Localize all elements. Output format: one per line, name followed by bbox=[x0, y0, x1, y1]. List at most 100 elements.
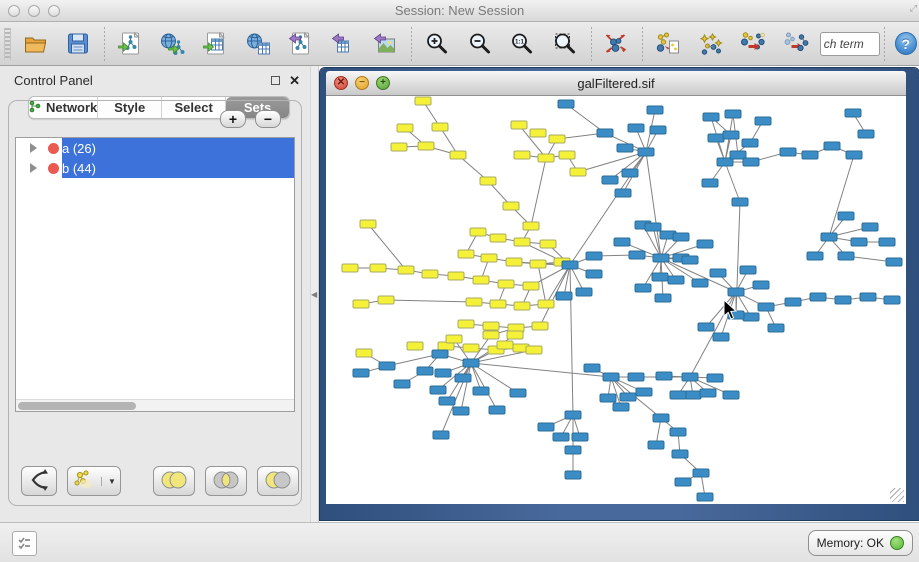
network-node[interactable] bbox=[648, 441, 664, 449]
network-node[interactable] bbox=[614, 238, 630, 246]
network-edge[interactable] bbox=[570, 265, 573, 415]
network-frame[interactable]: ✕ − + galFiltered.sif bbox=[320, 68, 919, 520]
task-history-button[interactable] bbox=[12, 531, 37, 556]
network-node[interactable] bbox=[473, 276, 489, 284]
set-move-icon[interactable] bbox=[775, 26, 818, 62]
network-node[interactable] bbox=[838, 212, 854, 220]
set-list-item[interactable]: b (44) bbox=[16, 158, 294, 178]
network-node[interactable] bbox=[432, 350, 448, 358]
network-node[interactable] bbox=[450, 151, 466, 159]
network-node[interactable] bbox=[732, 198, 748, 206]
network-node[interactable] bbox=[682, 373, 698, 381]
network-node[interactable] bbox=[682, 256, 698, 264]
network-node[interactable] bbox=[860, 293, 876, 301]
import-network-web-icon[interactable] bbox=[152, 26, 195, 62]
sets-horizontal-scrollbar[interactable] bbox=[16, 399, 294, 411]
network-node[interactable] bbox=[723, 131, 739, 139]
float-panel-icon[interactable] bbox=[271, 76, 280, 85]
network-node[interactable] bbox=[600, 394, 616, 402]
set-highlight-icon[interactable] bbox=[690, 26, 733, 62]
network-edge[interactable] bbox=[531, 158, 546, 226]
network-node[interactable] bbox=[884, 296, 900, 304]
network-node[interactable] bbox=[430, 386, 446, 394]
network-node[interactable] bbox=[466, 298, 482, 306]
network-node[interactable] bbox=[397, 124, 413, 132]
network-node[interactable] bbox=[692, 279, 708, 287]
network-node[interactable] bbox=[758, 303, 774, 311]
network-node[interactable] bbox=[728, 311, 744, 319]
expand-arrow-icon[interactable] bbox=[30, 163, 37, 173]
network-node[interactable] bbox=[710, 269, 726, 277]
network-node[interactable] bbox=[700, 389, 716, 397]
network-node[interactable] bbox=[523, 282, 539, 290]
network-node[interactable] bbox=[879, 238, 895, 246]
network-node[interactable] bbox=[489, 406, 505, 414]
network-node[interactable] bbox=[650, 126, 666, 134]
network-edge[interactable] bbox=[646, 152, 661, 258]
network-node[interactable] bbox=[378, 296, 394, 304]
close-panel-icon[interactable]: ✕ bbox=[289, 74, 300, 87]
set-difference-button[interactable] bbox=[257, 466, 299, 496]
export-network-icon[interactable] bbox=[279, 26, 322, 62]
create-network-from-set-button[interactable]: ▼ bbox=[67, 466, 121, 496]
frame-close-icon[interactable]: ✕ bbox=[334, 76, 348, 90]
set-union-button[interactable] bbox=[153, 466, 195, 496]
network-node[interactable] bbox=[807, 252, 823, 260]
network-node[interactable] bbox=[742, 139, 758, 147]
network-node[interactable] bbox=[886, 258, 902, 266]
network-frame-titlebar[interactable]: ✕ − + galFiltered.sif bbox=[326, 71, 906, 96]
network-node[interactable] bbox=[780, 148, 796, 156]
network-node[interactable] bbox=[481, 254, 497, 262]
network-node[interactable] bbox=[526, 346, 542, 354]
network-node[interactable] bbox=[483, 331, 499, 339]
network-node[interactable] bbox=[470, 228, 486, 236]
network-node[interactable] bbox=[728, 288, 744, 296]
network-node[interactable] bbox=[713, 333, 729, 341]
set-from-network-icon[interactable] bbox=[647, 26, 690, 62]
network-node[interactable] bbox=[613, 403, 629, 411]
network-node[interactable] bbox=[497, 341, 513, 349]
export-image-icon[interactable] bbox=[365, 26, 408, 62]
network-node[interactable] bbox=[342, 264, 358, 272]
save-session-icon[interactable] bbox=[57, 26, 100, 62]
network-node[interactable] bbox=[636, 388, 652, 396]
network-edge[interactable] bbox=[829, 155, 854, 237]
network-node[interactable] bbox=[514, 238, 530, 246]
network-node[interactable] bbox=[617, 144, 633, 152]
network-node[interactable] bbox=[576, 288, 592, 296]
network-node[interactable] bbox=[653, 254, 669, 262]
network-node[interactable] bbox=[356, 349, 372, 357]
network-node[interactable] bbox=[565, 471, 581, 479]
network-node[interactable] bbox=[858, 130, 874, 138]
network-node[interactable] bbox=[498, 280, 514, 288]
network-node[interactable] bbox=[620, 393, 636, 401]
open-session-icon[interactable] bbox=[15, 26, 58, 62]
network-node[interactable] bbox=[463, 344, 479, 352]
network-canvas[interactable] bbox=[326, 96, 906, 504]
network-node[interactable] bbox=[647, 106, 663, 114]
import-table-file-icon[interactable] bbox=[194, 26, 237, 62]
network-node[interactable] bbox=[635, 284, 651, 292]
sets-list[interactable]: a (26)b (44) bbox=[15, 137, 295, 412]
network-node[interactable] bbox=[433, 431, 449, 439]
import-network-file-icon[interactable] bbox=[109, 26, 152, 62]
network-node[interactable] bbox=[417, 367, 433, 375]
frame-maximize-icon[interactable]: + bbox=[376, 76, 390, 90]
network-node[interactable] bbox=[407, 342, 423, 350]
network-node[interactable] bbox=[702, 179, 718, 187]
scrollbar-thumb[interactable] bbox=[18, 402, 136, 410]
dropdown-arrow-icon[interactable]: ▼ bbox=[101, 477, 116, 486]
network-node[interactable] bbox=[422, 270, 438, 278]
zoom-actual-size-icon[interactable]: 1:1 bbox=[501, 26, 544, 62]
network-node[interactable] bbox=[697, 240, 713, 248]
network-node[interactable] bbox=[398, 266, 414, 274]
network-node[interactable] bbox=[530, 260, 546, 268]
network-node[interactable] bbox=[418, 142, 434, 150]
network-node[interactable] bbox=[523, 222, 539, 230]
network-node[interactable] bbox=[655, 294, 671, 302]
set-list-item[interactable]: a (26) bbox=[16, 138, 294, 158]
network-node[interactable] bbox=[824, 142, 840, 150]
network-node[interactable] bbox=[473, 387, 489, 395]
network-node[interactable] bbox=[394, 380, 410, 388]
network-node[interactable] bbox=[507, 331, 523, 339]
